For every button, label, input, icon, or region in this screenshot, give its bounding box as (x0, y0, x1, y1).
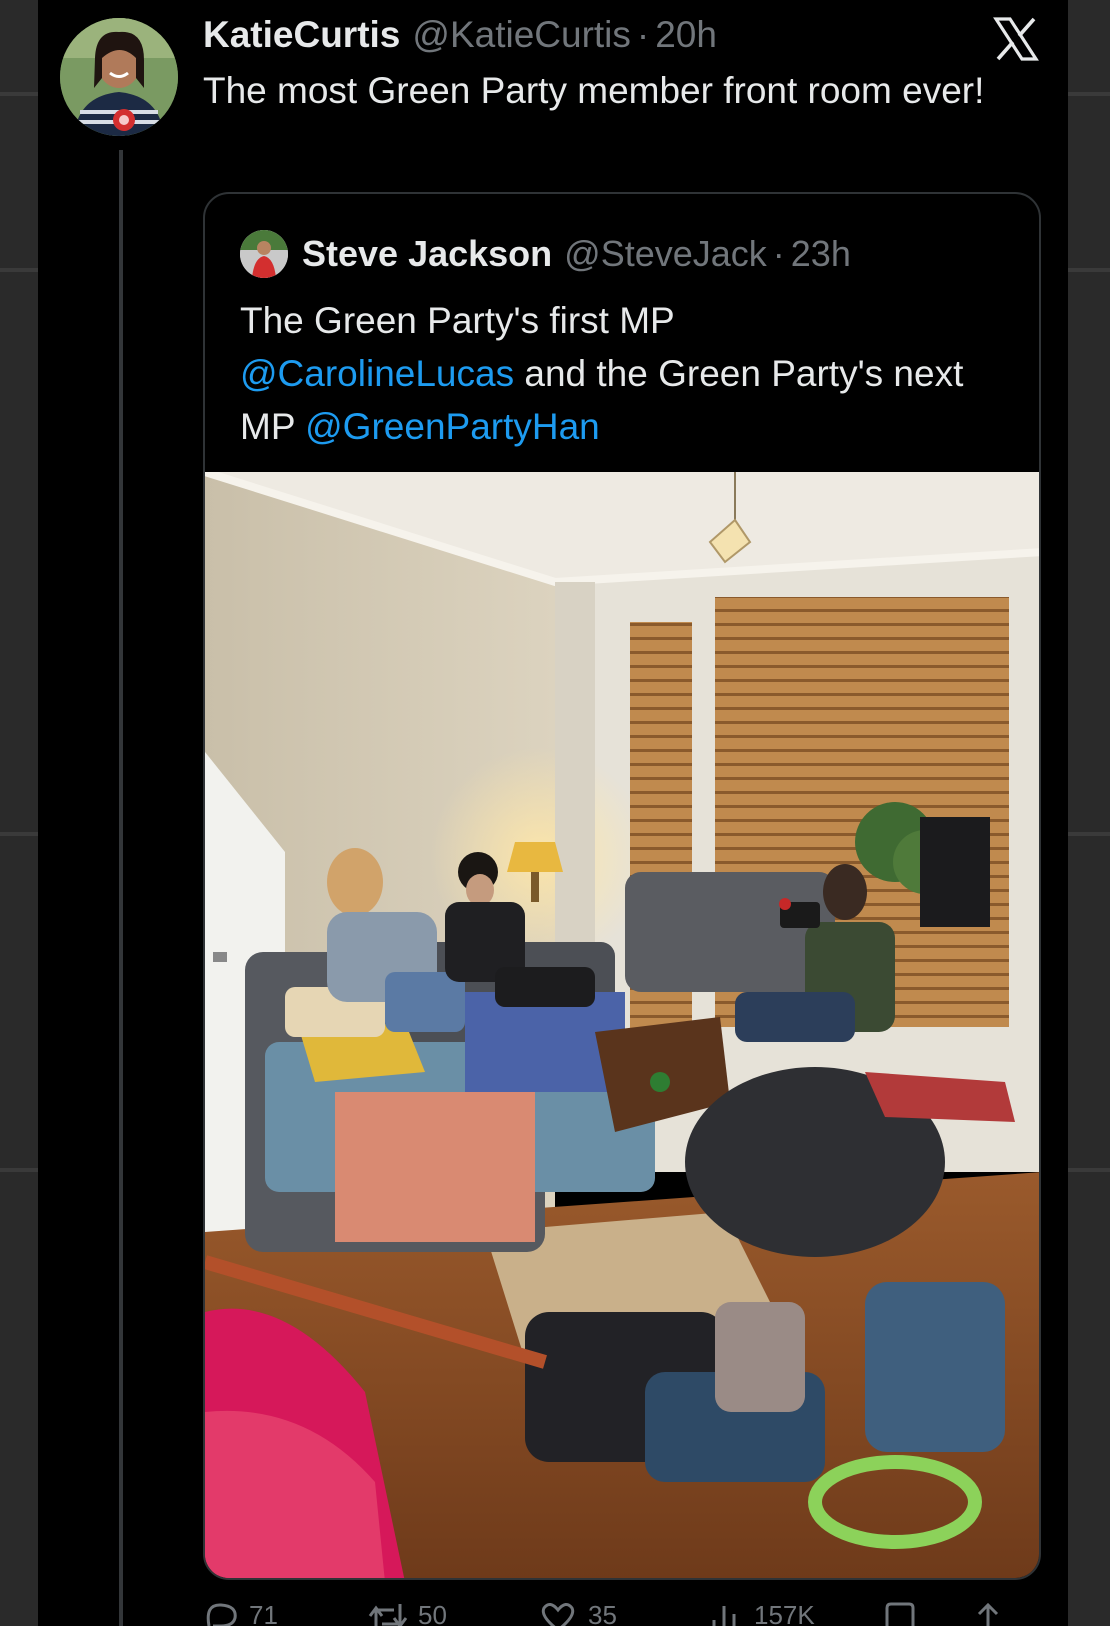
bookmark-icon (885, 1602, 915, 1626)
screenshot-stage: KatieCurtis @KatieCurtis · 20h The most … (0, 0, 1110, 1626)
quoted-text-part1: The Green Party's first MP (240, 300, 675, 341)
quoted-tweet-text: The Green Party's first MP @CarolineLuca… (240, 294, 1010, 453)
author-handle[interactable]: @KatieCurtis (412, 14, 631, 56)
like-icon (541, 1603, 575, 1626)
views-count: 157K (754, 1600, 815, 1626)
quoted-author-handle[interactable]: @SteveJack (564, 233, 767, 275)
retweet-icon (368, 1604, 408, 1626)
background-page-left (0, 0, 38, 1626)
share-button[interactable] (971, 1596, 1015, 1626)
author-display-name[interactable]: KatieCurtis (203, 14, 400, 56)
tweet-timestamp[interactable]: 20h (655, 14, 717, 56)
quoted-separator-dot: · (772, 233, 785, 274)
reply-icon (206, 1603, 237, 1626)
share-icon (977, 1602, 999, 1626)
tweet-text: The most Green Party member front room e… (203, 70, 985, 111)
like-count: 35 (588, 1600, 617, 1626)
tweet-header: KatieCurtis @KatieCurtis · 20h (203, 14, 717, 58)
retweet-count: 50 (418, 1600, 447, 1626)
background-page-right (1068, 0, 1110, 1626)
living-room-photo[interactable] (205, 472, 1039, 1578)
x-logo-icon[interactable] (993, 16, 1039, 62)
bookmark-button[interactable] (883, 1596, 927, 1626)
quoted-author-avatar[interactable] (240, 230, 288, 278)
tweet-action-bar: 71 50 35 157K (203, 1596, 1041, 1626)
quoted-tweet-card[interactable]: Steve Jackson @SteveJack · 23h The Green… (203, 192, 1041, 1580)
like-button[interactable]: 35 (538, 1596, 617, 1626)
quoted-tweet-timestamp[interactable]: 23h (791, 233, 851, 275)
views-icon (712, 1606, 736, 1626)
quoted-author-display-name[interactable]: Steve Jackson (302, 233, 552, 275)
reply-count: 71 (249, 1600, 278, 1626)
mention-caroline-lucas[interactable]: @CarolineLucas (240, 353, 514, 394)
quoted-tweet-header: Steve Jackson @SteveJack · 23h (240, 230, 851, 278)
author-avatar[interactable] (60, 18, 178, 136)
reply-button[interactable]: 71 (203, 1596, 278, 1626)
retweet-button[interactable]: 50 (368, 1596, 447, 1626)
views-button[interactable]: 157K (708, 1596, 815, 1626)
thread-line (119, 150, 123, 1626)
separator-dot: · (636, 14, 650, 55)
mention-green-party-han[interactable]: @GreenPartyHan (305, 406, 600, 447)
